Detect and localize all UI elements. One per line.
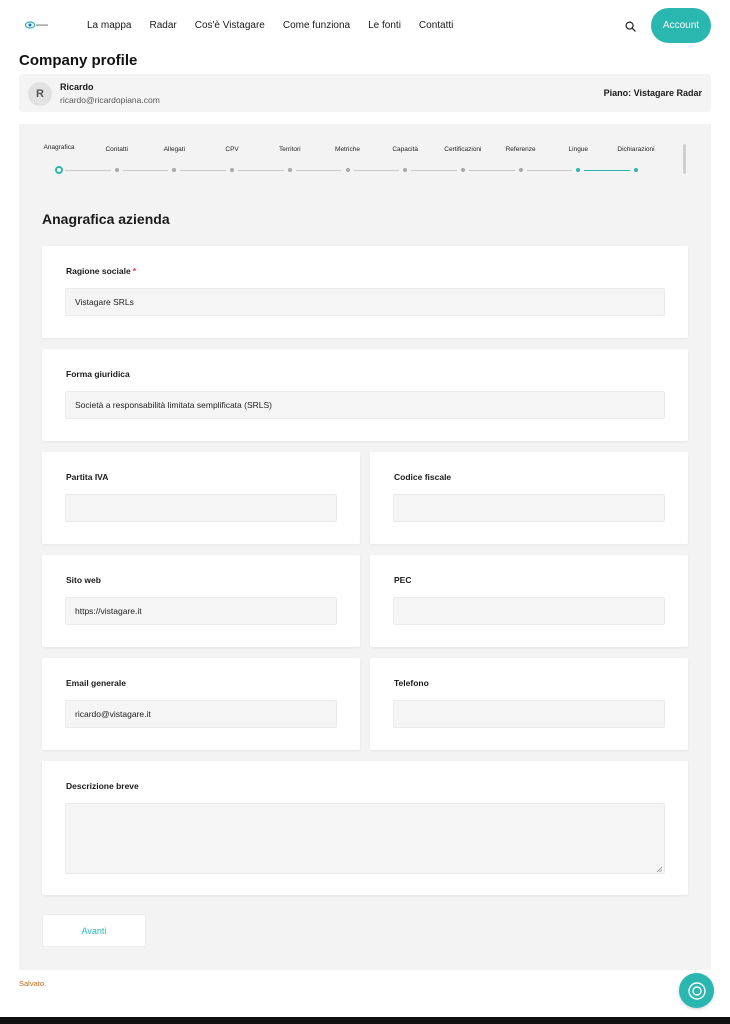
- stepper-scrollbar[interactable]: [683, 144, 686, 174]
- step-label-cpv[interactable]: CPV: [225, 146, 238, 153]
- save-status: Salvato.: [19, 979, 47, 988]
- card-partita-iva: Partita IVA: [42, 452, 360, 544]
- email-generale-label: Email generale: [66, 678, 127, 688]
- user-email: ricardo@ricardopiana.com: [60, 95, 160, 105]
- card-descrizione-breve: Descrizione breve: [42, 761, 688, 895]
- step-dot[interactable]: [518, 168, 523, 172]
- partita-iva-label: Partita IVA: [66, 472, 109, 482]
- stepper-connector: [65, 169, 111, 171]
- pec-label: PEC: [394, 575, 412, 585]
- form-stepper: Anagrafica Contatti Allegati CPV Territori Me…: [43, 144, 691, 186]
- stepper-connector: [238, 169, 284, 171]
- step-label-certificazioni[interactable]: Certificazioni: [444, 146, 481, 153]
- stepper-connector: [295, 169, 342, 171]
- stepper-connector: [526, 169, 573, 171]
- avatar: R: [28, 82, 52, 106]
- card-email-generale: Email generale: [42, 658, 360, 750]
- stepper-connector: [411, 169, 457, 171]
- top-navbar: La mappa Radar Cos'è Vistagare Come funz…: [0, 0, 730, 52]
- step-dot[interactable]: [345, 168, 350, 172]
- step-label-territori[interactable]: Territori: [279, 146, 301, 153]
- step-label-referenze[interactable]: Referenze: [506, 146, 536, 153]
- stepper-connector: [180, 169, 227, 171]
- card-telefono: Telefono: [370, 658, 688, 750]
- nav-come-funziona[interactable]: Come funziona: [283, 20, 350, 31]
- step-dot[interactable]: [287, 168, 292, 172]
- step-dot[interactable]: [576, 168, 581, 172]
- account-button[interactable]: Account: [651, 8, 711, 43]
- email-generale-input[interactable]: [65, 700, 337, 728]
- ragione-sociale-input[interactable]: [65, 288, 665, 316]
- step-label-lingue[interactable]: Lingue: [569, 146, 589, 153]
- help-button[interactable]: [679, 973, 714, 1008]
- step-label-dichiarazioni[interactable]: Dichiarazioni: [617, 146, 654, 153]
- required-mark: *: [132, 266, 137, 276]
- card-codice-fiscale: Codice fiscale: [370, 452, 688, 544]
- nav-contatti[interactable]: Contatti: [419, 20, 453, 31]
- step-label-contatti[interactable]: Contatti: [105, 146, 127, 153]
- bottom-strip: [0, 1017, 730, 1024]
- forma-giuridica-input[interactable]: [65, 391, 665, 419]
- card-forma-giuridica: Forma giuridica: [42, 349, 688, 441]
- stepper-connector: [584, 169, 630, 171]
- step-label-allegati[interactable]: Allegati: [164, 146, 185, 153]
- page-title: Company profile: [19, 52, 138, 69]
- nav-le-fonti[interactable]: Le fonti: [368, 20, 401, 31]
- forma-giuridica-label: Forma giuridica: [66, 369, 130, 379]
- lifebuoy-icon: [687, 981, 706, 1000]
- section-title: Anagrafica azienda: [42, 211, 170, 227]
- descrizione-breve-textarea[interactable]: [65, 803, 665, 874]
- user-name: Ricardo: [60, 82, 94, 92]
- resize-grip-icon[interactable]: [656, 866, 662, 872]
- nav-cos-e-vistagare[interactable]: Cos'è Vistagare: [195, 20, 265, 31]
- step-dot[interactable]: [230, 168, 235, 172]
- codice-fiscale-input[interactable]: [393, 494, 665, 522]
- sito-web-input[interactable]: [65, 597, 337, 625]
- card-ragione-sociale: Ragione sociale *: [42, 246, 688, 338]
- stepper-connector: [122, 169, 169, 171]
- codice-fiscale-label: Codice fiscale: [394, 472, 452, 482]
- step-dot[interactable]: [403, 168, 408, 172]
- step-dot[interactable]: [114, 168, 119, 172]
- search-icon: [625, 21, 636, 32]
- stepper-connector: [353, 169, 400, 171]
- card-sito-web: Sito web: [42, 555, 360, 647]
- sito-web-label: Sito web: [66, 575, 101, 585]
- step-dot[interactable]: [55, 166, 63, 174]
- profile-panel: Anagrafica Contatti Allegati CPV Territori Me…: [19, 124, 711, 970]
- card-pec: PEC: [370, 555, 688, 647]
- step-label-capacit-[interactable]: Capacità: [392, 146, 418, 153]
- nav-radar[interactable]: Radar: [149, 20, 176, 31]
- step-label-metriche[interactable]: Metriche: [335, 146, 360, 153]
- step-dot[interactable]: [460, 168, 465, 172]
- main-nav: La mappa Radar Cos'è Vistagare Come funz…: [87, 20, 471, 31]
- ragione-sociale-label: Ragione sociale *: [66, 266, 137, 276]
- plan-label: Piano: Vistagare Radar: [603, 88, 702, 98]
- step-dot[interactable]: [172, 168, 177, 172]
- telefono-input[interactable]: [393, 700, 665, 728]
- vistagare-logo[interactable]: [24, 19, 50, 31]
- step-label-anagrafica[interactable]: Anagrafica: [43, 144, 74, 151]
- pec-input[interactable]: [393, 597, 665, 625]
- telefono-label: Telefono: [394, 678, 429, 688]
- user-bar: R Ricardo ricardo@ricardopiana.com Piano…: [19, 74, 711, 112]
- descrizione-breve-label: Descrizione breve: [66, 781, 139, 791]
- stepper-connector: [468, 169, 515, 171]
- partita-iva-input[interactable]: [65, 494, 337, 522]
- search-button[interactable]: [622, 18, 638, 34]
- step-dot[interactable]: [634, 168, 638, 172]
- avanti-button[interactable]: Avanti: [42, 914, 146, 947]
- nav-la-mappa[interactable]: La mappa: [87, 20, 131, 31]
